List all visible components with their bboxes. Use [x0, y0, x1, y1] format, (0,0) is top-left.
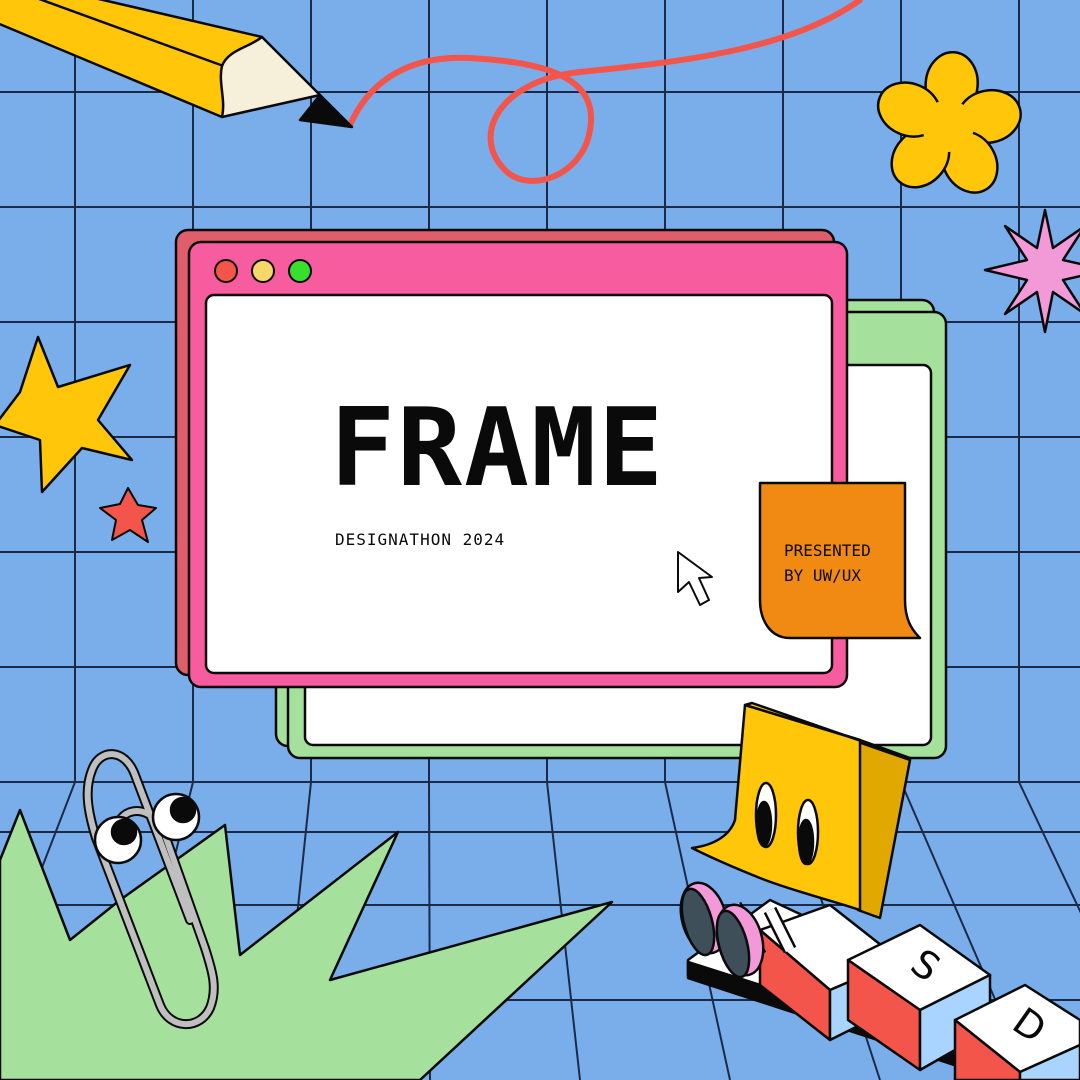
window-controls: [214, 259, 312, 283]
event-subtitle: DESIGNATHON 2024: [335, 530, 506, 549]
decorations: S D: [0, 0, 1080, 1080]
maximize-dot: [288, 259, 312, 283]
presenter-note-line-2: BY UW/UX: [784, 566, 862, 585]
star-icon: [0, 335, 134, 494]
green-spiky-shape: [0, 808, 614, 1080]
presenter-note-line-1: PRESENTED: [784, 541, 871, 560]
event-title: FRAME: [330, 386, 666, 511]
flower-icon: [876, 50, 1022, 194]
presenter-note: PRESENTED BY UW/UX: [784, 538, 902, 588]
small-star-icon: [99, 487, 157, 543]
squiggle-line: [347, 0, 863, 184]
sparkle-icon: [983, 208, 1080, 334]
pencil-icon: [0, 0, 354, 129]
close-dot: [214, 259, 238, 283]
minimize-dot: [251, 259, 275, 283]
